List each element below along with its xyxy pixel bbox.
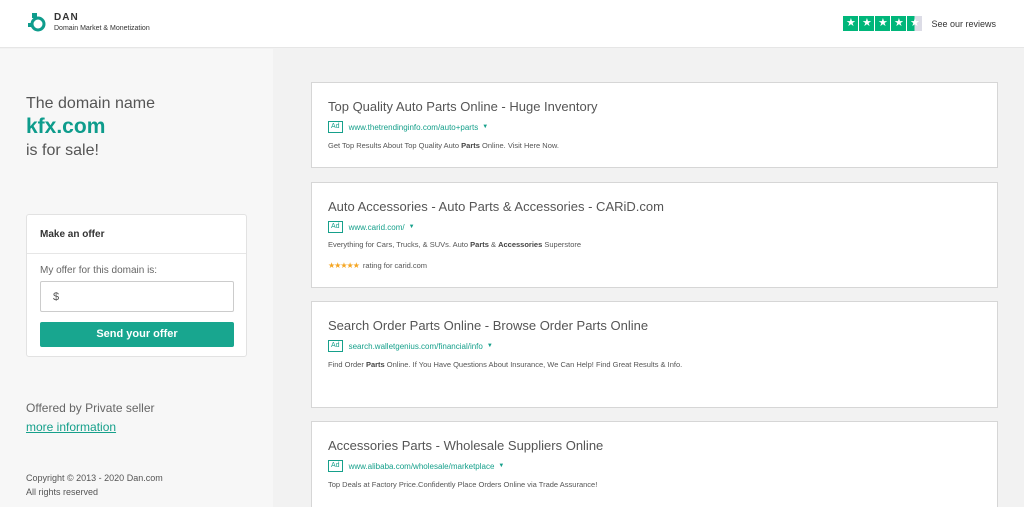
star-icon: ★ [843,16,859,31]
ad-card[interactable]: Search Order Parts Online - Browse Order… [311,301,998,408]
star-icon: ★ [859,16,875,31]
ad-badge: Ad [328,340,343,352]
ad-title[interactable]: Auto Accessories - Auto Parts & Accessor… [328,199,664,214]
logo-tagline: Domain Market & Monetization [54,24,150,32]
domain-suffix-text: is for sale! [26,142,99,159]
ad-description: Find Order Parts Online. If You Have Que… [328,360,683,369]
ad-description: Everything for Cars, Trucks, & SUVs. Aut… [328,240,582,249]
ad-rating-text: rating for carid.com [362,261,428,270]
more-information-link[interactable]: more information [26,420,116,434]
ad-card[interactable]: Top Quality Auto Parts Online - Huge Inv… [311,82,998,168]
caret-down-icon[interactable]: ▼ [487,343,493,349]
ad-title[interactable]: Accessories Parts - Wholesale Suppliers … [328,438,603,453]
ad-title[interactable]: Top Quality Auto Parts Online - Huge Inv… [328,99,598,114]
dan-logo-icon [28,12,48,32]
copyright-text: Copyright © 2013 - 2020 Dan.com [26,473,163,483]
domain-prefix-text: The domain name [26,95,155,112]
star-icon: ★ [891,16,907,31]
half-star-icon: ★ [907,16,923,31]
trustpilot-widget[interactable]: ★ ★ ★ ★ ★ See our reviews [843,16,996,31]
trust-stars: ★ ★ ★ ★ ★ [843,16,923,31]
ad-card[interactable]: Accessories Parts - Wholesale Suppliers … [311,421,998,507]
logo[interactable]: DAN Domain Market & Monetization [28,12,150,32]
see-reviews-link[interactable]: See our reviews [931,19,996,29]
ad-description: Get Top Results About Top Quality Auto P… [328,141,559,150]
ad-badge: Ad [328,460,343,472]
rights-text: All rights reserved [26,487,99,497]
ad-description: Top Deals at Factory Price.Confidently P… [328,480,598,489]
logo-name: DAN [54,11,79,23]
caret-down-icon[interactable]: ▼ [482,124,488,130]
domain-name: kfx.com [26,115,106,138]
ad-title[interactable]: Search Order Parts Online - Browse Order… [328,318,648,333]
ad-url[interactable]: www.alibaba.com/wholesale/marketplace [349,462,495,471]
copyright: Copyright © 2013 - 2020 Dan.com All righ… [26,471,163,499]
top-bar: DAN Domain Market & Monetization ★ ★ ★ ★… [0,0,1024,48]
seller-text: Offered by Private seller [26,401,155,415]
offer-title: Make an offer [27,215,246,254]
ad-url[interactable]: www.thetrendinginfo.com/auto+parts [349,123,479,132]
ad-badge: Ad [328,221,343,233]
offer-label: My offer for this domain is: [40,265,158,276]
offer-amount-input[interactable]: $ [40,281,234,312]
caret-down-icon[interactable]: ▼ [409,224,415,230]
ad-card[interactable]: Auto Accessories - Auto Parts & Accessor… [311,182,998,288]
ad-badge: Ad [328,121,343,133]
ad-url[interactable]: search.walletgenius.com/financial/info [349,342,483,351]
ad-url[interactable]: www.carid.com/ [349,223,405,232]
ad-rating: ★★★★★ rating for carid.com [328,261,427,270]
star-icon: ★ [875,16,891,31]
send-offer-button[interactable]: Send your offer [40,322,234,347]
rating-stars-icon: ★★★★★ [328,261,360,270]
offer-card: Make an offer My offer for this domain i… [26,214,247,357]
caret-down-icon[interactable]: ▼ [498,463,504,469]
